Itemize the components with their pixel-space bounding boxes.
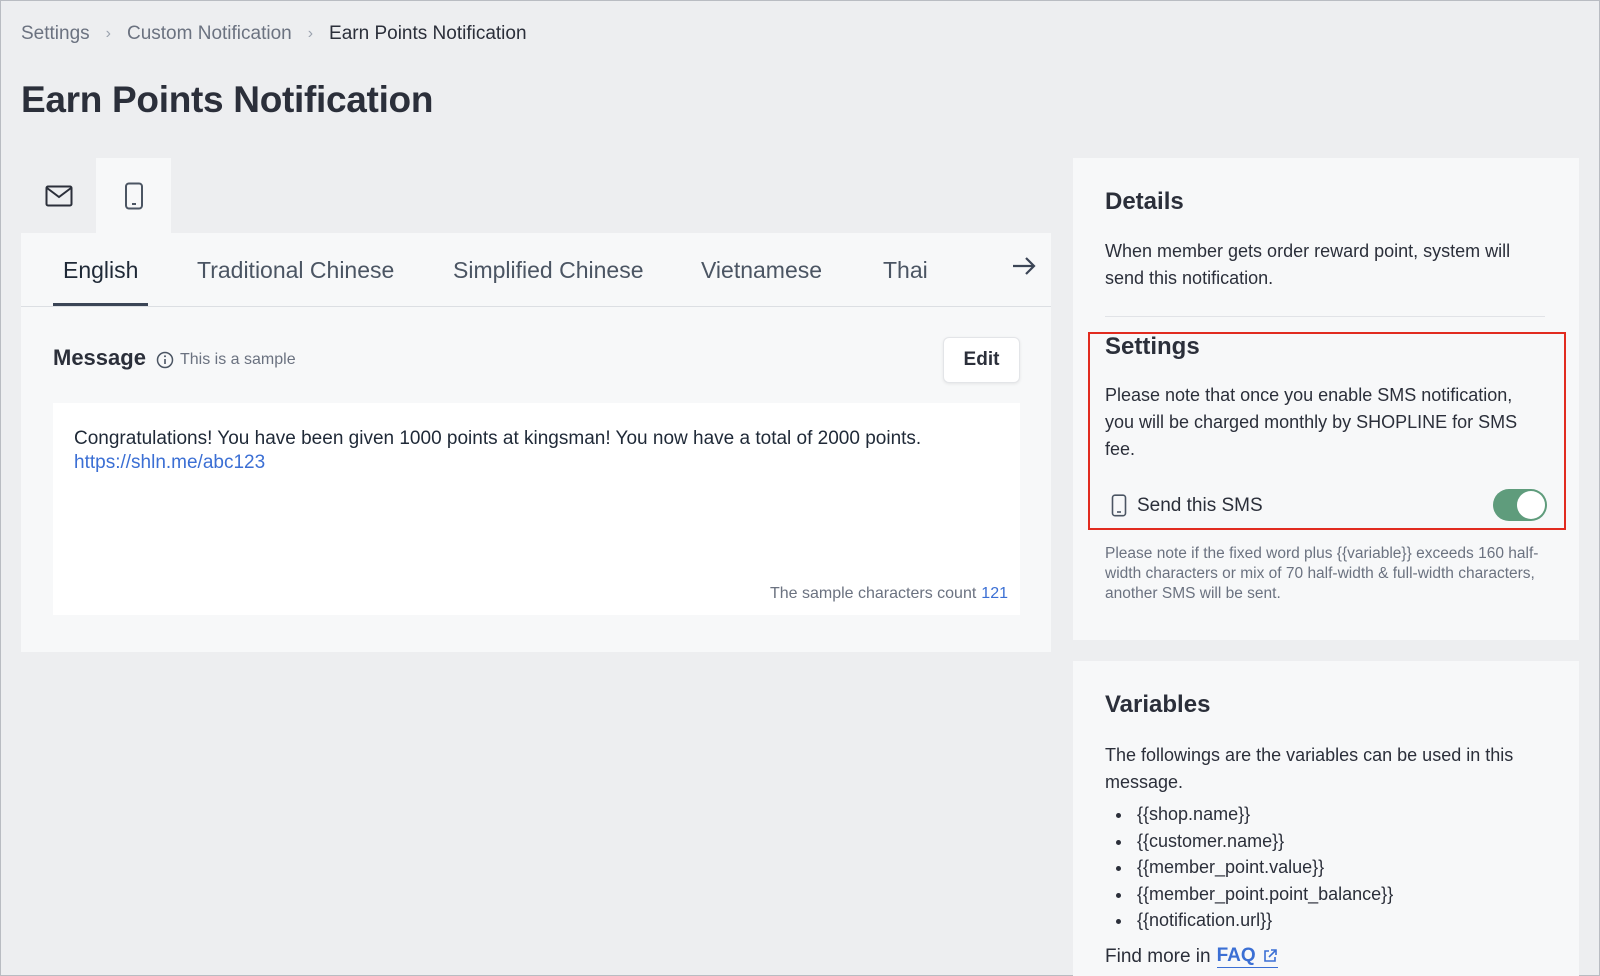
info-icon (156, 351, 174, 369)
details-text: When member gets order reward point, sys… (1105, 241, 1511, 288)
message-body: Congratulations! You have been given 100… (74, 428, 922, 449)
sample-hint: This is a sample (156, 351, 296, 369)
arrow-right-icon[interactable] (1011, 255, 1037, 282)
variable-item: {{customer.name}} (1133, 828, 1393, 855)
faq-line: Find more in FAQ (1105, 945, 1278, 968)
breadcrumb: Settings › Custom Notification › Earn Po… (21, 23, 527, 45)
faq-prefix: Find more in (1105, 945, 1211, 967)
variables-card: Variables The followings are the variabl… (1073, 661, 1579, 976)
sms-note: Please note if the fixed word plus {{var… (1105, 545, 1539, 602)
char-count-value: 121 (981, 585, 1008, 602)
faq-link[interactable]: FAQ (1216, 945, 1278, 968)
breadcrumb-current: Earn Points Notification (329, 23, 527, 44)
variable-item: {{member_point.value}} (1133, 854, 1393, 881)
mobile-phone-icon (1111, 494, 1127, 517)
toggle-knob (1517, 491, 1545, 519)
divider (1105, 316, 1545, 317)
variable-item: {{member_point.point_balance}} (1133, 881, 1393, 908)
message-link[interactable]: https://shln.me/abc123 (74, 452, 265, 474)
settings-text: Please note that once you enable SMS not… (1105, 385, 1518, 459)
language-tabs: English Traditional Chinese Simplified C… (21, 233, 1051, 307)
settings-title: Settings (1105, 333, 1200, 360)
chevron-right-icon: › (105, 25, 111, 42)
sample-hint-text: This is a sample (180, 351, 296, 368)
variable-item: {{shop.name}} (1133, 801, 1393, 828)
tab-thai[interactable]: Thai (883, 257, 928, 306)
page-title: Earn Points Notification (21, 79, 434, 120)
details-card: Details When member gets order reward po… (1073, 158, 1579, 640)
details-title: Details (1105, 188, 1184, 215)
tab-email[interactable] (21, 158, 96, 233)
variables-title: Variables (1105, 691, 1211, 718)
channel-tabs (21, 158, 171, 233)
send-sms-label: Send this SMS (1137, 494, 1263, 516)
tab-sms[interactable] (96, 158, 171, 233)
tab-english[interactable]: English (53, 257, 149, 306)
variables-text: The followings are the variables can be … (1105, 745, 1514, 792)
mobile-phone-icon (124, 182, 143, 209)
variables-list: {{shop.name}} {{customer.name}} {{member… (1133, 801, 1393, 934)
breadcrumb-custom-notification[interactable]: Custom Notification (127, 23, 292, 45)
send-sms-row: Send this SMS (1111, 494, 1263, 517)
message-preview: Congratulations! You have been given 100… (53, 403, 1020, 615)
message-area: Message This is a sample Edit Congratula… (21, 307, 1051, 652)
tab-traditional-chinese[interactable]: Traditional Chinese (197, 257, 394, 306)
send-sms-toggle[interactable] (1493, 489, 1547, 521)
app-frame: Settings › Custom Notification › Earn Po… (0, 0, 1600, 976)
variable-item: {{notification.url}} (1133, 907, 1393, 934)
message-panel: English Traditional Chinese Simplified C… (21, 158, 1051, 652)
char-count-label: The sample characters count (769, 585, 977, 602)
tab-vietnamese[interactable]: Vietnamese (701, 257, 822, 306)
external-link-icon (1263, 949, 1277, 962)
tab-simplified-chinese[interactable]: Simplified Chinese (453, 257, 643, 306)
mail-icon (45, 185, 72, 206)
char-count: The sample characters count 121 (770, 585, 1008, 603)
message-label: Message (53, 345, 146, 370)
breadcrumb-settings[interactable]: Settings (21, 23, 90, 45)
faq-label: FAQ (1216, 945, 1256, 966)
edit-button[interactable]: Edit (943, 337, 1020, 383)
chevron-right-icon: › (307, 25, 314, 42)
